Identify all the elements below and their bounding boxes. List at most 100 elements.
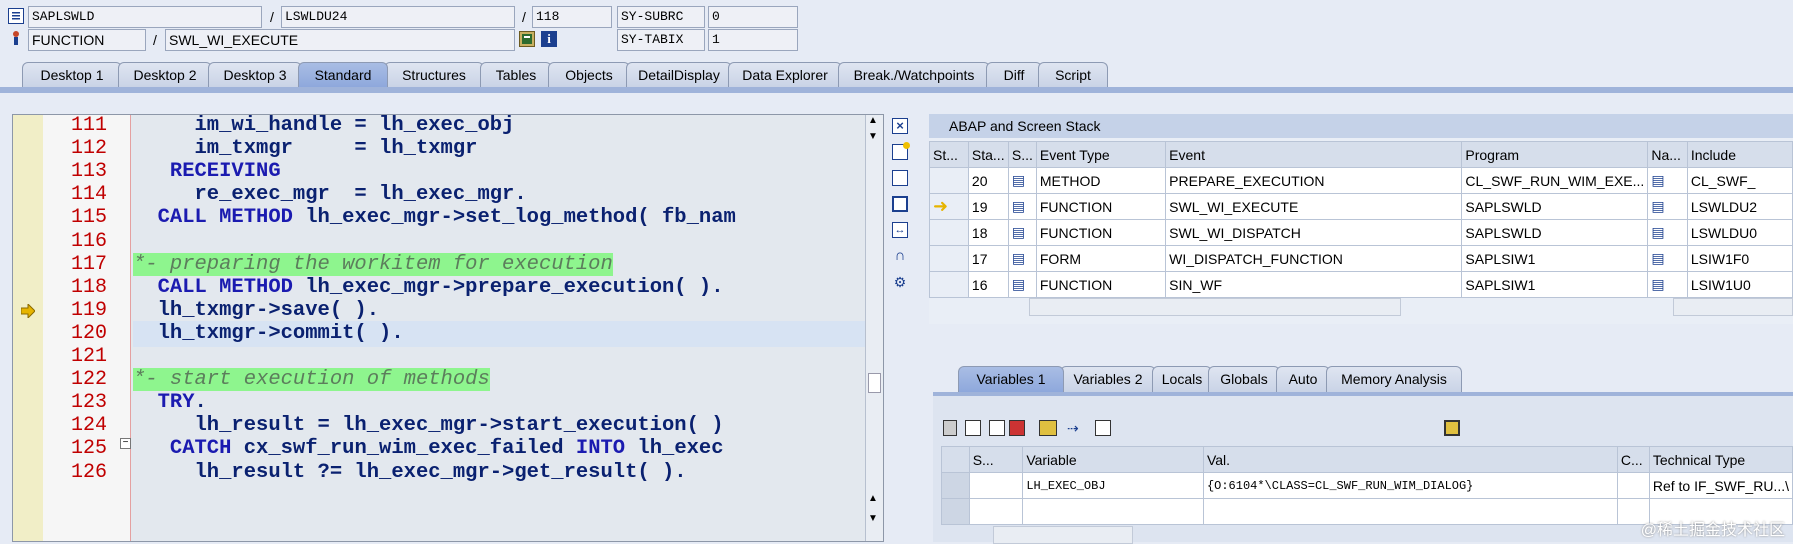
event-field[interactable]: SWL_WI_EXECUTE	[165, 29, 515, 51]
stack-column-header[interactable]: Sta...	[968, 142, 1008, 168]
source-icon[interactable]: ▤	[1008, 220, 1036, 246]
tab-memory-analysis[interactable]: Memory Analysis	[1326, 366, 1462, 392]
variable-name[interactable]: LH_EXEC_OBJ	[1023, 473, 1204, 499]
stack-column-header[interactable]: Program	[1462, 142, 1648, 168]
code-line[interactable]: *- start execution of methods	[133, 367, 865, 393]
tab-detaildisplay[interactable]: DetailDisplay	[626, 62, 732, 87]
scroll-down-icon[interactable]: ▼	[868, 513, 878, 524]
stack-column-header[interactable]: Na...	[1648, 142, 1688, 168]
code-line[interactable]: TRY.	[133, 390, 865, 416]
code-line[interactable]: lh_txmgr->save( ).	[133, 298, 865, 324]
source-code-editor[interactable]: 1111121131141151161171181191201211221231…	[12, 114, 884, 542]
code-area[interactable]: im_wi_handle = lh_exec_obj im_txmgr = lh…	[133, 115, 865, 541]
info-icon[interactable]: i	[541, 31, 557, 47]
stack-row[interactable]: 18▤FUNCTIONSWL_WI_DISPATCHSAPLSWLD▤LSWLD…	[930, 220, 1793, 246]
stack-row[interactable]: 16▤FUNCTIONSIN_WFSAPLSIW1▤LSIW1U0	[930, 272, 1793, 298]
code-line[interactable]: *- preparing the workitem for execution	[133, 252, 865, 278]
stack-horizontal-scrollbar[interactable]	[1029, 298, 1401, 316]
new-tool-icon[interactable]	[892, 144, 908, 160]
delete-icon[interactable]	[943, 420, 957, 436]
stack-column-header[interactable]: Event Type	[1036, 142, 1165, 168]
code-line[interactable]: CALL METHOD lh_exec_mgr->set_log_method(…	[133, 205, 865, 231]
source-icon[interactable]: ▤	[1008, 272, 1036, 298]
save-icon[interactable]	[1444, 420, 1460, 436]
code-line[interactable]	[133, 344, 865, 370]
source-icon[interactable]: ▤	[1648, 220, 1688, 246]
stack-row[interactable]: 17▤FORMWI_DISPATCH_FUNCTIONSAPLSIW1▤LSIW…	[930, 246, 1793, 272]
tab-structures[interactable]: Structures	[384, 62, 484, 87]
breakpoint-gutter[interactable]	[13, 115, 43, 541]
navigate-icon[interactable]: ⇢	[1067, 420, 1085, 436]
source-icon[interactable]: ▤	[1648, 168, 1688, 194]
source-icon[interactable]: ▤	[1648, 194, 1688, 220]
close-icon[interactable]: ×	[892, 118, 908, 134]
replace-tool-icon[interactable]	[892, 170, 908, 186]
variables-column-header[interactable]: Val.	[1203, 447, 1617, 473]
stack-row[interactable]: 20▤METHODPREPARE_EXECUTIONCL_SWF_RUN_WIM…	[930, 168, 1793, 194]
code-line[interactable]: re_exec_mgr = lh_exec_mgr.	[133, 182, 865, 208]
variables-column-header[interactable]: Variable	[1023, 447, 1204, 473]
variables-column-header[interactable]: Technical Type	[1649, 447, 1792, 473]
variable-value[interactable]: {O:6104*\CLASS=CL_SWF_RUN_WIM_DIALOG}	[1203, 473, 1617, 499]
scroll-down-icon[interactable]: ▼	[868, 131, 878, 142]
variables-column-header[interactable]: C...	[1617, 447, 1649, 473]
display-icon[interactable]	[519, 31, 535, 47]
full-screen-icon[interactable]	[892, 196, 908, 212]
variables-horizontal-scrollbar[interactable]	[993, 526, 1133, 544]
code-line[interactable]: lh_txmgr->commit( ).	[133, 321, 865, 347]
change-icon[interactable]	[989, 420, 1005, 436]
source-icon[interactable]: ▤	[1008, 194, 1036, 220]
code-line[interactable]	[133, 229, 865, 255]
stack-column-header[interactable]: Include	[1687, 142, 1792, 168]
include-field[interactable]: LSWLDU24	[281, 6, 515, 28]
code-line[interactable]: im_txmgr = lh_txmgr	[133, 136, 865, 162]
detail-icon[interactable]	[965, 420, 981, 436]
tab-desktop-3[interactable]: Desktop 3	[208, 62, 302, 87]
tab-objects[interactable]: Objects	[548, 62, 630, 87]
copy-icon[interactable]	[1095, 420, 1111, 436]
tab-globals[interactable]: Globals	[1208, 366, 1280, 392]
tab-data-explorer[interactable]: Data Explorer	[728, 62, 842, 87]
code-line[interactable]: RECEIVING	[133, 159, 865, 185]
tab-tables[interactable]: Tables	[480, 62, 552, 87]
stack-column-header[interactable]: St...	[930, 142, 969, 168]
tab-auto[interactable]: Auto	[1276, 366, 1330, 392]
source-icon[interactable]: ▤	[1648, 272, 1688, 298]
stack-column-header[interactable]: S...	[1008, 142, 1036, 168]
services-icon[interactable]: ∩	[892, 248, 908, 264]
code-line[interactable]: lh_result = lh_exec_mgr->start_execution…	[133, 413, 865, 439]
tab-desktop-2[interactable]: Desktop 2	[118, 62, 212, 87]
tab-desktop-1[interactable]: Desktop 1	[22, 62, 122, 87]
tab-variables-2[interactable]: Variables 2	[1060, 366, 1156, 392]
code-line[interactable]: CALL METHOD lh_exec_mgr->prepare_executi…	[133, 275, 865, 301]
variable-row[interactable]: LH_EXEC_OBJ{O:6104*\CLASS=CL_SWF_RUN_WIM…	[942, 473, 1793, 499]
maximize-horizontal-icon[interactable]: ↔	[892, 222, 908, 238]
scroll-up-icon[interactable]: ▲	[868, 493, 878, 504]
stack-row[interactable]: ➜19▤FUNCTIONSWL_WI_EXECUTESAPLSWLD▤LSWLD…	[930, 194, 1793, 220]
tab-breakpoints[interactable]: Break./Watchpoints	[838, 62, 990, 87]
variables-column-header[interactable]: S...	[969, 447, 1023, 473]
editor-vertical-scrollbar[interactable]: ▲ ▼ ▲ ▼	[865, 115, 883, 541]
tab-script[interactable]: Script	[1038, 62, 1108, 87]
code-line[interactable]: CATCH cx_swf_run_wim_exec_failed INTO lh…	[133, 436, 865, 462]
stack-column-header[interactable]: Event	[1166, 142, 1462, 168]
structure-icon[interactable]	[1039, 420, 1057, 436]
tab-diff[interactable]: Diff	[986, 62, 1042, 87]
stack-horizontal-scrollbar[interactable]	[1673, 298, 1793, 316]
settings-icon[interactable]: ⚙	[892, 274, 908, 290]
code-line[interactable]: lh_result ?= lh_exec_mgr->get_result( ).	[133, 460, 865, 486]
delete-row-icon[interactable]	[1009, 420, 1025, 436]
tab-locals[interactable]: Locals	[1152, 366, 1212, 392]
variables-column-header[interactable]	[942, 447, 970, 473]
source-icon[interactable]: ▤	[1008, 246, 1036, 272]
scroll-thumb[interactable]	[868, 373, 881, 393]
source-icon[interactable]: ▤	[1008, 168, 1036, 194]
program-field[interactable]: SAPLSWLD	[28, 6, 262, 28]
fold-marker-icon[interactable]: −	[120, 438, 131, 449]
tab-variables-1[interactable]: Variables 1	[958, 366, 1064, 392]
source-icon[interactable]: ▤	[1648, 246, 1688, 272]
event-type-field[interactable]: FUNCTION	[28, 29, 146, 51]
tab-standard[interactable]: Standard	[298, 62, 388, 87]
scroll-up-icon[interactable]: ▲	[868, 115, 878, 126]
line-field[interactable]: 118	[532, 6, 612, 28]
